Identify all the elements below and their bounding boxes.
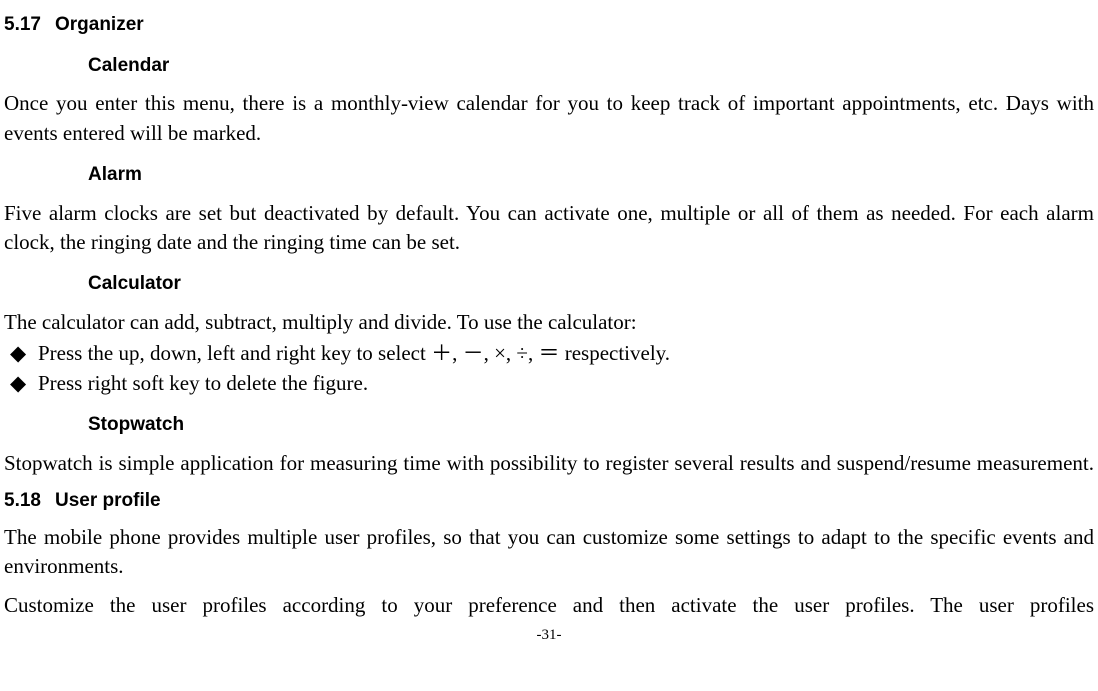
section-number-518: 5.18 — [4, 488, 41, 515]
sub-heading-stopwatch: Stopwatch — [88, 412, 1094, 439]
para-calculator-intro: The calculator can add, subtract, multip… — [4, 308, 1094, 337]
calculator-bullet-1: Press the up, down, left and right key t… — [4, 339, 1094, 368]
para-alarm: Five alarm clocks are set but deactivate… — [4, 199, 1094, 258]
section-title-organizer: Organizer — [55, 14, 144, 35]
section-heading-user-profile: 5.18 User profile — [4, 488, 1094, 515]
para-user-profile-1: The mobile phone provides multiple user … — [4, 523, 1094, 582]
calculator-bullets: Press the up, down, left and right key t… — [4, 339, 1094, 398]
section-title-user-profile: User profile — [55, 490, 161, 511]
section-heading-organizer: 5.17 Organizer — [4, 12, 1094, 39]
page-number: -31- — [4, 625, 1094, 646]
para-calendar: Once you enter this menu, there is a mon… — [4, 89, 1094, 148]
para-stopwatch: Stopwatch is simple application for meas… — [4, 449, 1094, 478]
calculator-bullet-2: Press right soft key to delete the figur… — [4, 369, 1094, 398]
sub-heading-calendar: Calendar — [88, 53, 1094, 80]
sub-heading-calculator: Calculator — [88, 271, 1094, 298]
sub-heading-alarm: Alarm — [88, 162, 1094, 189]
section-number-517: 5.17 — [4, 12, 41, 39]
para-user-profile-2: Customize the user profiles according to… — [4, 591, 1094, 620]
